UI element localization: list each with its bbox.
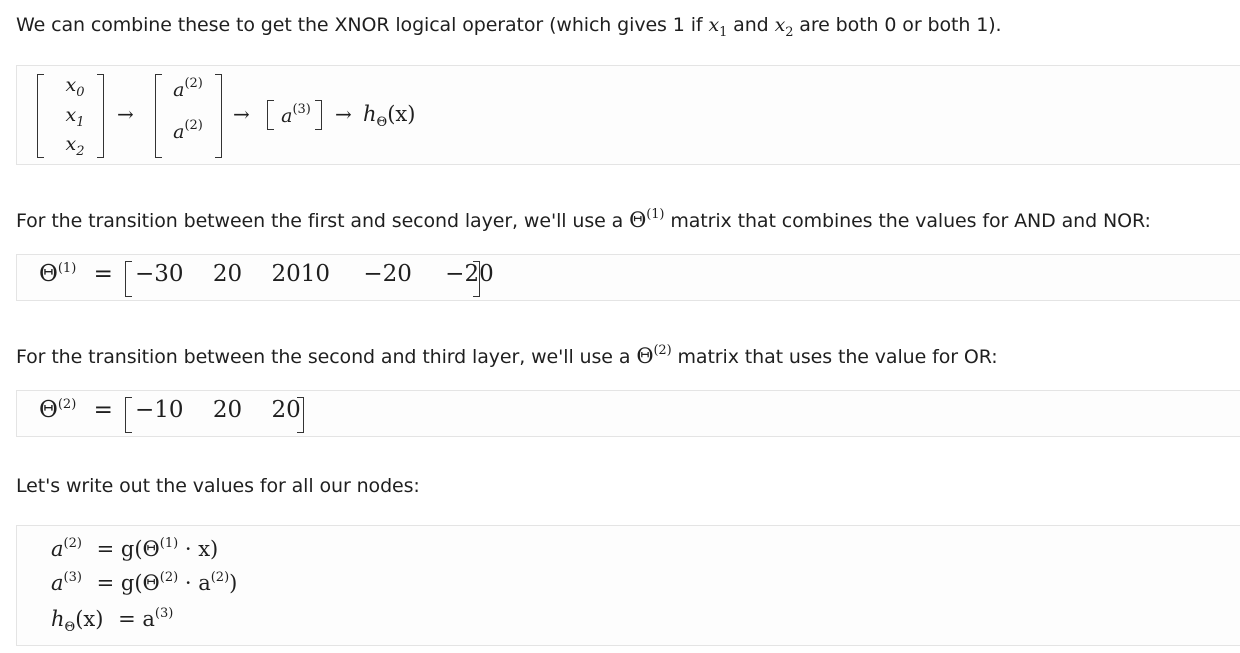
theta1-value: −30	[135, 261, 184, 287]
input-bracket-left	[37, 74, 44, 158]
arrow-1: →	[117, 102, 134, 126]
input-x2: x2	[65, 133, 85, 159]
theta2-bracket-right	[297, 397, 304, 433]
theta2-symbol-inline: Θ(2)	[636, 343, 672, 368]
output-a3: a(3)	[281, 102, 311, 127]
hidden-bracket-right	[215, 74, 222, 158]
theta1-bracket-left	[125, 261, 132, 297]
theta2-value: 20	[212, 397, 243, 423]
hidden-a2: a(2)	[173, 118, 203, 143]
input-bracket-right	[97, 74, 104, 158]
output-bracket-right	[315, 100, 322, 130]
input-x1: x1	[65, 104, 85, 130]
hidden-bracket-left	[155, 74, 162, 158]
nodes-intro: Let's write out the values for all our n…	[16, 475, 420, 497]
node-equations-block: a(2) = g(Θ(1) · x) a(3) = g(Θ(2) · a(2))…	[16, 525, 1240, 646]
theta1-value: 20	[212, 261, 243, 287]
hidden-a1: a(2)	[173, 76, 203, 101]
theta1-value: 2010	[271, 261, 330, 287]
theta2-bracket-left	[125, 397, 132, 433]
intro-var-x2: x2	[774, 14, 794, 40]
intro-var-x1: x1	[708, 14, 728, 40]
theta1-values: −30 20 2010 −20 −20	[135, 261, 494, 287]
intro-paragraph: We can combine these to get the XNOR log…	[16, 12, 1002, 46]
theta1-equation-block: Θ(1) = −30 20 2010 −20 −20	[16, 254, 1240, 301]
arrow-2: →	[233, 102, 250, 126]
intro-text-after: are both 0 or both 1).	[793, 14, 1002, 36]
intro-text-middle: and	[727, 14, 775, 36]
theta1-value: −20	[363, 261, 412, 287]
network-equation-block: x0 x1 x2 → a(2) a(2) → a(3) → hΘ(x)	[16, 65, 1240, 165]
equation-a2: a(2) = g(Θ(1) · x)	[51, 536, 219, 561]
transition2-paragraph: For the transition between the second an…	[16, 343, 998, 368]
transition1-paragraph: For the transition between the first and…	[16, 207, 1151, 232]
theta1-equation: Θ(1) =	[39, 261, 113, 287]
theta2-value: −10	[135, 397, 184, 423]
theta1-value: −20	[445, 261, 494, 287]
equation-a3: a(3) = g(Θ(2) · a(2))	[51, 570, 238, 595]
intro-text-before: We can combine these to get the XNOR log…	[16, 14, 709, 36]
theta1-bracket-right	[473, 261, 480, 297]
theta2-equation: Θ(2) =	[39, 397, 113, 423]
theta2-equation-block: Θ(2) = −10 20 20	[16, 390, 1240, 437]
hypothesis: hΘ(x)	[363, 102, 416, 130]
theta1-symbol-inline: Θ(1)	[629, 207, 665, 232]
equation-hypothesis: hΘ(x) = a(3)	[51, 606, 174, 635]
arrow-3: →	[335, 102, 352, 126]
theta2-values: −10 20 20	[135, 397, 301, 423]
input-x0: x0	[65, 74, 85, 100]
